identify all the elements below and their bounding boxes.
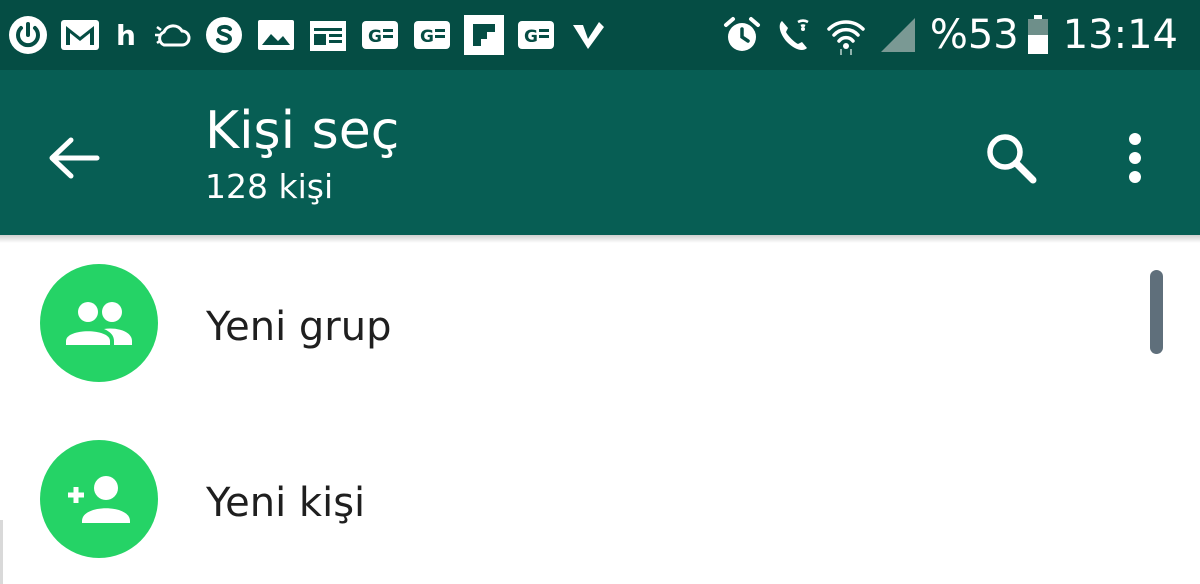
search-icon [987,134,1037,184]
page-title: Kişi seç [205,101,400,161]
new-group-label: Yeni grup [206,304,392,350]
app-bar: Kişi seç 128 kişi [0,70,1200,235]
google-news-icon: G [360,15,400,55]
flipboard-icon [464,15,504,55]
scrollbar[interactable] [1150,270,1163,354]
h-indicator: h [116,18,136,52]
new-group-avatar [40,264,158,382]
google-news-icon: G [516,15,556,55]
cloud-sync-icon [152,15,192,55]
wifi-icon [826,15,866,55]
arrow-back-icon [49,137,100,179]
tasks-check-icon [568,15,608,55]
new-contact-label: Yeni kişi [206,480,366,526]
gmail-icon [60,15,100,55]
wifi-calling-icon [774,15,814,55]
contact-action-list: Yeni grup Yeni kişi [0,243,1200,584]
power-icon [8,15,48,55]
status-bar: h G G G %53 13:14 [0,0,1200,70]
new-contact-avatar [40,440,158,558]
overflow-menu-button[interactable] [1112,125,1158,191]
image-icon [256,15,296,55]
signal-icon [878,15,918,55]
contact-count-subtitle: 128 kişi [205,167,334,206]
google-news-icon: G [412,15,452,55]
title-block: Kişi seç 128 kişi [205,100,399,210]
svg-text:G: G [420,27,434,47]
new-group-item[interactable]: Yeni grup [0,243,1140,419]
svg-text:G: G [368,27,382,47]
clock: 13:14 [1062,12,1178,58]
left-edge-divider [0,520,3,584]
app-bar-shadow [0,235,1200,243]
svg-text:G: G [524,27,538,47]
group-icon [66,302,132,345]
status-bar-system-icons: %53 13:14 [722,12,1178,58]
back-button[interactable] [42,127,104,189]
new-contact-item[interactable]: Yeni kişi [0,419,1140,584]
search-button[interactable] [978,125,1044,191]
skype-icon [204,15,244,55]
person-add-icon [68,476,130,523]
battery-percentage: %53 [929,12,1019,58]
status-bar-notification-icons: h G G G [8,13,620,57]
alarm-icon [722,15,762,55]
more-vert-icon [1129,133,1141,183]
news-icon [308,15,348,55]
battery-icon [1027,15,1049,55]
